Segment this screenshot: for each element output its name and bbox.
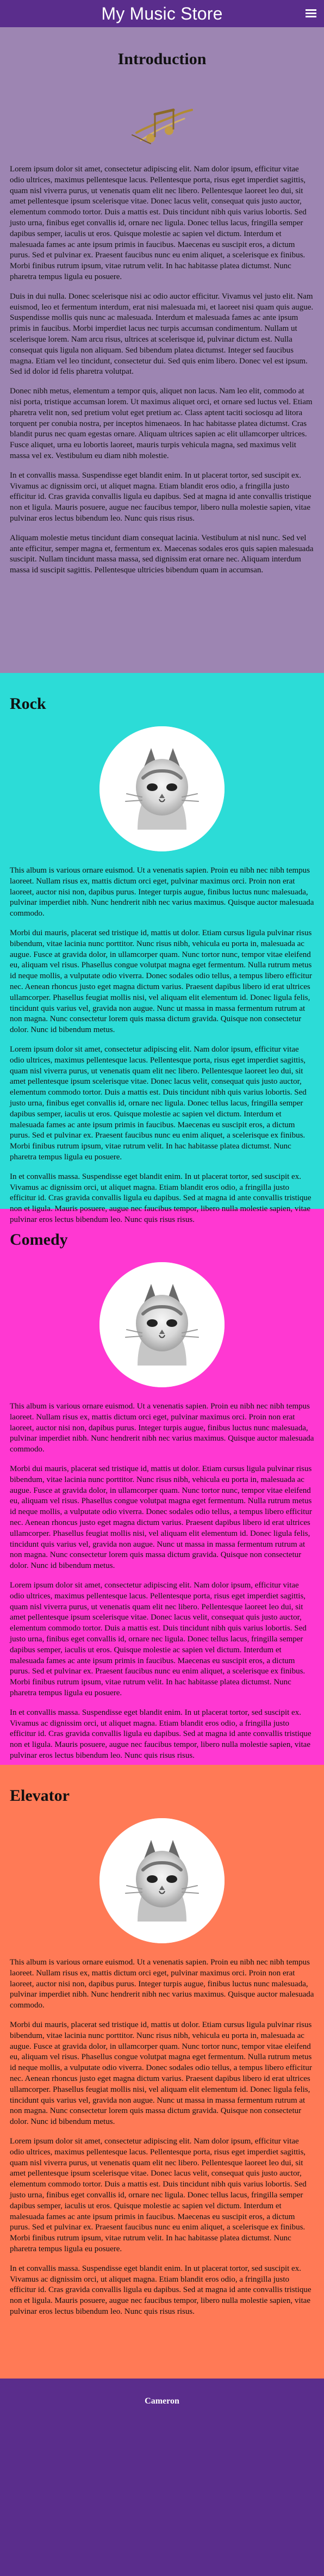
footer-link-cameron[interactable]: Cameron — [145, 2396, 179, 2406]
cat-portrait-icon — [99, 1818, 225, 1943]
section-rock: Rock This album is various ornare euismo… — [0, 673, 324, 1224]
intro-paragraph-1: Lorem ipsum dolor sit amet, consectetur … — [10, 165, 307, 281]
comedy-paragraph-1: This album is various ornare euismod. Ut… — [10, 1402, 314, 1454]
intro-paragraph-5: Aliquam molestie metus tincidunt diam co… — [10, 533, 314, 575]
intro-paragraph-4: In et convallis massa. Suspendisse eget … — [10, 471, 311, 523]
elevator-paragraph-3: Lorem ipsum dolor sit amet, consectetur … — [10, 2136, 307, 2253]
intro-paragraph-2: Duis in dui nulla. Donec scelerisque nis… — [10, 292, 314, 376]
rock-paragraph-3: Lorem ipsum dolor sit amet, consectetur … — [10, 1045, 307, 1162]
header-bar: My Music Store — [0, 0, 324, 27]
rock-paragraph-1: This album is various ornare euismod. Ut… — [10, 866, 314, 918]
section-introduction: Introduction Lorem ipsum dolor sit amet,… — [0, 27, 324, 673]
comedy-paragraph-3: Lorem ipsum dolor sit amet, consectetur … — [10, 1580, 307, 1697]
comedy-paragraph-4: In et convallis massa. Suspendisse eget … — [10, 1708, 311, 1760]
section-comedy: Comedy This album is various ornare euis… — [0, 1209, 324, 1765]
album-art-elevator — [99, 1818, 225, 1943]
elevator-paragraph-4: In et convallis massa. Suspendisse eget … — [10, 2264, 311, 2316]
page: My Music Store Introduction Lorem ipsum … — [0, 0, 324, 2576]
rock-paragraph-2: Morbi dui mauris, placerat sed tristique… — [10, 928, 312, 1035]
section-title-comedy: Comedy — [10, 1231, 68, 1249]
music-notes-illustration-icon — [132, 108, 193, 144]
footer: Cameron — [0, 2379, 324, 2424]
section-title-introduction: Introduction — [117, 50, 207, 68]
section-elevator: Elevator This album is various ornare eu… — [0, 1765, 324, 2379]
hamburger-menu-icon[interactable] — [306, 8, 316, 18]
cat-portrait-icon — [99, 1262, 225, 1387]
album-art-comedy — [99, 1262, 225, 1387]
section-title-elevator: Elevator — [10, 1787, 70, 1805]
elevator-paragraph-2: Morbi dui mauris, placerat sed tristique… — [10, 2020, 312, 2127]
section-title-rock: Rock — [10, 695, 46, 713]
elevator-paragraph-1: This album is various ornare euismod. Ut… — [10, 1958, 314, 2010]
cat-portrait-icon — [99, 726, 225, 851]
intro-paragraph-3: Donec nibh metus, elementum a tempor qui… — [10, 387, 313, 460]
site-title: My Music Store — [101, 3, 223, 23]
comedy-paragraph-2: Morbi dui mauris, placerat sed tristique… — [10, 1464, 312, 1571]
album-art-rock — [99, 726, 225, 851]
